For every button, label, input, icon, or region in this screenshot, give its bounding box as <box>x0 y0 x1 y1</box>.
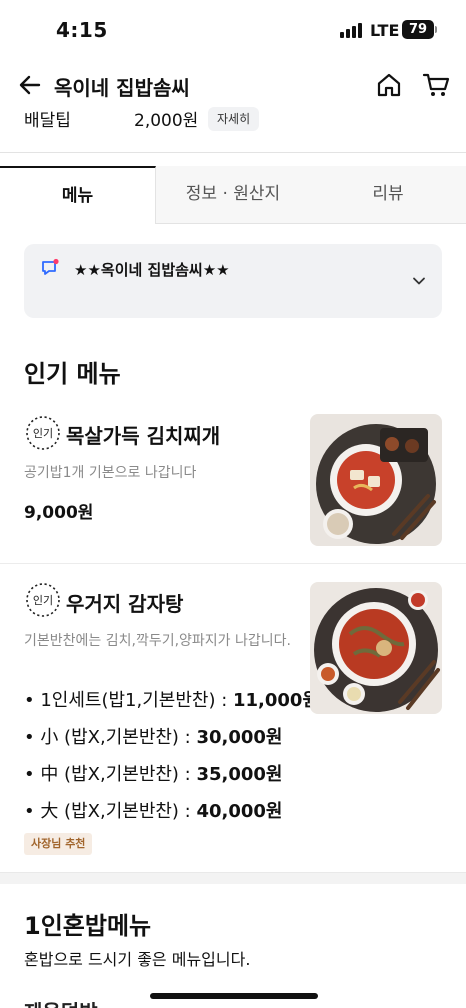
owner-recommend-badge: 사장님 추천 <box>24 833 93 855</box>
signal-icon <box>340 22 364 38</box>
store-notice[interactable]: ★★옥이네 집밥솜씨★★ <box>24 244 442 318</box>
section-separator <box>0 872 466 884</box>
store-title: 옥이네 집밥솜씨 <box>54 76 190 100</box>
status-time: 4:15 <box>56 18 108 42</box>
price-option: • 大 (밥X,기본반찬) : 40,000원 <box>24 801 283 822</box>
svg-text:인기: 인기 <box>33 427 53 440</box>
menu-item-ugeoji-gamjatang[interactable]: 인기 우거지 감자탕 기본반찬에는 김치,깍두기,양파지가 나갑니다. • 1인… <box>0 564 466 872</box>
popular-menu-title: 인기 메뉴 <box>24 360 121 388</box>
price-option: • 中 (밥X,기본반찬) : 35,000원 <box>24 764 283 785</box>
menu-item-name: 목살가득 김치찌개 <box>66 424 221 448</box>
app-header: 옥이네 집밥솜씨 <box>0 60 466 110</box>
battery-tip <box>435 26 437 33</box>
next-menu-item-name[interactable]: 제육덮밥 <box>24 996 98 1008</box>
kimchi-stew-photo <box>310 414 442 546</box>
network-label: LTE <box>370 21 400 40</box>
home-indicator[interactable] <box>150 993 318 999</box>
delivery-tip-row: 배달팁 2,000원 자세히 <box>24 104 444 134</box>
popular-badge-icon: 인기 <box>26 416 60 450</box>
speech-bubble-icon <box>42 258 59 275</box>
delivery-tip-value: 2,000원 <box>134 111 199 131</box>
price-option: • 小 (밥X,기본반찬) : 30,000원 <box>24 727 283 748</box>
solo-menu-subtitle: 혼밥으로 드시기 좋은 메뉴입니다. <box>24 950 251 969</box>
gamjatang-photo <box>310 582 442 714</box>
price-option: • 1인세트(밥1,기본반찬) : 11,000원 <box>24 690 320 711</box>
home-icon[interactable] <box>376 72 402 98</box>
arrow-left-icon[interactable] <box>18 73 42 97</box>
tab-reviews[interactable]: 리뷰 <box>310 166 466 224</box>
divider <box>0 152 466 153</box>
tab-menu[interactable]: 메뉴 <box>0 166 156 224</box>
menu-item-description: 기본반찬에는 김치,깍두기,양파지가 나갑니다. <box>24 633 291 649</box>
popular-badge-icon: 인기 <box>26 583 60 617</box>
battery-icon: 79 <box>402 20 434 39</box>
cart-icon[interactable] <box>422 72 450 98</box>
tab-info-origin[interactable]: 정보 · 원산지 <box>156 166 310 224</box>
status-bar: 4:15 LTE 79 <box>0 0 466 60</box>
chevron-down-icon[interactable] <box>412 274 426 288</box>
solo-menu-title: 1인혼밥메뉴 <box>24 912 152 940</box>
menu-item-kimchi-stew[interactable]: 인기 목살가득 김치찌개 공기밥1개 기본으로 나갑니다 9,000원 <box>0 400 466 562</box>
store-tabs: 메뉴 정보 · 원산지 리뷰 <box>0 166 466 224</box>
delivery-detail-button[interactable]: 자세히 <box>208 107 260 131</box>
menu-item-name: 우거지 감자탕 <box>66 592 184 616</box>
menu-item-price: 9,000원 <box>24 503 94 523</box>
notice-text: ★★옥이네 집밥솜씨★★ <box>74 261 230 279</box>
svg-text:인기: 인기 <box>33 594 53 607</box>
delivery-tip-label: 배달팁 <box>24 111 71 131</box>
menu-item-description: 공기밥1개 기본으로 나갑니다 <box>24 465 197 481</box>
